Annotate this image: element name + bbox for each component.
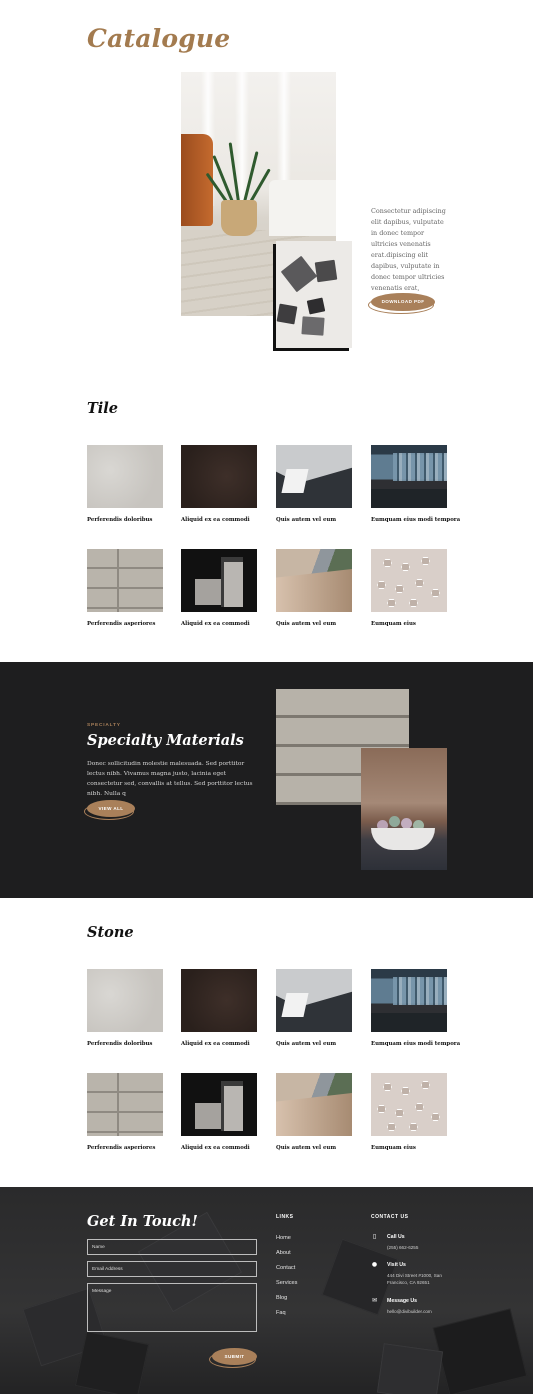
call-us-heading: Call Us	[387, 1234, 405, 1240]
tile-product-card[interactable]: Perferendis doloribus	[87, 445, 163, 523]
name-input[interactable]: Name	[87, 1239, 257, 1255]
message-us-heading: Message Us	[387, 1298, 417, 1304]
stone-product-card[interactable]: Eumquam eius	[371, 1073, 447, 1151]
specialty-title: Specialty Materials	[87, 732, 244, 749]
links-heading: LINKS	[276, 1214, 294, 1220]
tile-section-title: Tile	[87, 400, 119, 417]
product-image[interactable]	[371, 445, 447, 508]
specialty-description: Donec sollicitudin molestie malesuada. S…	[87, 761, 253, 797]
stone-product-card[interactable]: Aliquid ex ea commodi	[181, 1073, 257, 1151]
tile-product-card[interactable]: Aliquid ex ea commodi	[181, 549, 257, 627]
specialty-succulent-image	[361, 748, 447, 870]
view-all-button[interactable]: VIEW ALL	[84, 800, 135, 820]
product-name[interactable]: Quis autem vel eum	[276, 517, 352, 523]
product-name[interactable]: Quis autem vel eum	[276, 1041, 352, 1047]
product-name[interactable]: Quis autem vel eum	[276, 621, 352, 627]
message-textarea[interactable]: Message	[87, 1283, 257, 1332]
stone-product-card[interactable]: Aliquid ex ea commodi	[181, 969, 257, 1047]
specialty-section	[0, 662, 533, 898]
product-image[interactable]	[276, 969, 352, 1032]
hero-description: Consectetur adipiscing elit dapibus, vul…	[371, 207, 446, 292]
tile-product-card[interactable]: Eumquam eius	[371, 549, 447, 627]
footer-link-about[interactable]: About	[276, 1250, 291, 1256]
stone-product-card[interactable]: Quis autem vel eum	[276, 1073, 352, 1151]
product-name[interactable]: Eumquam eius	[371, 621, 447, 627]
footer-title: Get In Touch!	[87, 1213, 198, 1230]
tile-product-card[interactable]: Quis autem vel eum	[276, 549, 352, 627]
product-name[interactable]: Eumquam eius modi tempora	[371, 1041, 460, 1047]
hero-tiles-image	[276, 241, 352, 348]
stone-product-card[interactable]: Perferendis asperiores	[87, 1073, 163, 1151]
product-image[interactable]	[276, 1073, 352, 1136]
product-image[interactable]	[87, 969, 163, 1032]
address: 444 Divi Street #1000, San Francisco, CA…	[387, 1273, 442, 1285]
product-image[interactable]	[87, 1073, 163, 1136]
footer-link-home[interactable]: Home	[276, 1235, 291, 1241]
email-address[interactable]: hello@divibuilder.com	[387, 1308, 449, 1315]
product-image[interactable]	[276, 549, 352, 612]
visit-us-heading: Visit Us	[387, 1262, 406, 1268]
download-pdf-button[interactable]: DOWNLOAD PDF	[368, 293, 435, 314]
product-image[interactable]	[87, 549, 163, 612]
footer-link-contact[interactable]: Contact	[276, 1265, 295, 1271]
product-image[interactable]	[181, 969, 257, 1032]
product-name[interactable]: Perferendis asperiores	[87, 621, 163, 627]
product-name[interactable]: Quis autem vel eum	[276, 1145, 352, 1151]
submit-button[interactable]: SUBMIT	[209, 1348, 257, 1368]
page-title: Catalogue	[87, 24, 231, 53]
stone-product-card[interactable]: Perferendis doloribus	[87, 969, 163, 1047]
footer	[0, 1187, 533, 1394]
product-name[interactable]: Eumquam eius	[371, 1145, 447, 1151]
product-image[interactable]	[181, 445, 257, 508]
product-image[interactable]	[371, 549, 447, 612]
product-image[interactable]	[181, 549, 257, 612]
phone-number[interactable]: (255) 662-6255	[387, 1244, 449, 1251]
tile-product-card[interactable]: Aliquid ex ea commodi	[181, 445, 257, 523]
product-name[interactable]: Perferendis asperiores	[87, 1145, 163, 1151]
product-name[interactable]: Aliquid ex ea commodi	[181, 1041, 257, 1047]
product-name[interactable]: Aliquid ex ea commodi	[181, 621, 257, 627]
product-image[interactable]	[276, 445, 352, 508]
product-name[interactable]: Aliquid ex ea commodi	[181, 1145, 257, 1151]
product-image[interactable]	[371, 1073, 447, 1136]
stone-section-title: Stone	[87, 924, 134, 941]
product-image[interactable]	[181, 1073, 257, 1136]
tile-product-card[interactable]: Quis autem vel eum	[276, 445, 352, 523]
footer-link-services[interactable]: Services	[276, 1280, 297, 1286]
envelope-icon: ✉	[371, 1297, 378, 1304]
tile-product-card[interactable]: Eumquam eius modi tempora	[371, 445, 460, 523]
map-pin-icon: ●	[371, 1261, 378, 1268]
tile-product-card[interactable]: Perferendis asperiores	[87, 549, 163, 627]
email-input[interactable]: Email Address	[87, 1261, 257, 1277]
product-name[interactable]: Perferendis doloribus	[87, 517, 163, 523]
product-name[interactable]: Aliquid ex ea commodi	[181, 517, 257, 523]
product-image[interactable]	[371, 969, 447, 1032]
specialty-kicker: SPECIALTY	[87, 723, 121, 728]
contact-heading: CONTACT US	[371, 1214, 409, 1220]
product-image[interactable]	[87, 445, 163, 508]
footer-link-faq[interactable]: Faq	[276, 1310, 286, 1316]
stone-product-card[interactable]: Quis autem vel eum	[276, 969, 352, 1047]
product-name[interactable]: Perferendis doloribus	[87, 1041, 163, 1047]
phone-icon: ▯	[372, 1233, 377, 1240]
stone-product-card[interactable]: Eumquam eius modi tempora	[371, 969, 460, 1047]
footer-link-blog[interactable]: Blog	[276, 1295, 287, 1301]
product-name[interactable]: Eumquam eius modi tempora	[371, 517, 460, 523]
